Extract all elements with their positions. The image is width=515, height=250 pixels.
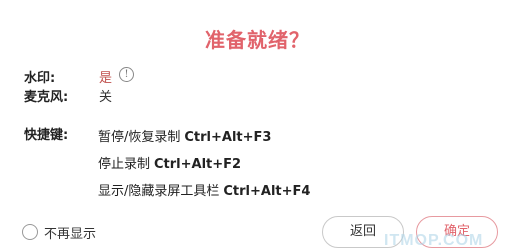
shortcut-pause-resume: 暂停/恢复录制 Ctrl+Alt+F3 — [98, 126, 271, 145]
dont-show-again-label[interactable]: 不再显示 — [44, 223, 96, 242]
shortcut-toggle-toolbar: 显示/隐藏录屏工具栏 Ctrl+Alt+F4 — [98, 180, 310, 199]
dialog-title: 准备就绪？ — [205, 28, 310, 52]
mic-value[interactable]: 关 — [99, 86, 112, 105]
ready-dialog: 准备就绪？ 水印: 是 ! 麦克风: 关 快捷键: 暂停/恢复录制 Ctrl+Al… — [0, 0, 515, 250]
watermark-value[interactable]: 是 — [99, 67, 112, 86]
ok-button[interactable]: 确定 — [416, 216, 498, 248]
shortcut-keys: Ctrl+Alt+F3 — [184, 130, 272, 145]
shortcut-action: 暂停/恢复录制 — [98, 130, 181, 145]
shortcut-action: 显示/隐藏录屏工具栏 — [98, 184, 220, 199]
shortcut-keys: Ctrl+Alt+F4 — [223, 184, 311, 199]
back-button[interactable]: 返回 — [322, 216, 404, 248]
mic-label: 麦克风: — [24, 90, 69, 105]
dont-show-again-option[interactable]: 不再显示 — [22, 222, 96, 242]
shortcut-keys: Ctrl+Alt+F2 — [154, 157, 242, 172]
dont-show-again-radio[interactable] — [22, 224, 38, 240]
watermark-label: 水印: — [24, 71, 56, 86]
shortcut-action: 停止录制 — [98, 157, 151, 172]
info-icon[interactable]: ! — [119, 67, 134, 82]
shortcuts-label: 快捷键: — [24, 128, 69, 143]
shortcut-stop: 停止录制 Ctrl+Alt+F2 — [98, 153, 241, 172]
